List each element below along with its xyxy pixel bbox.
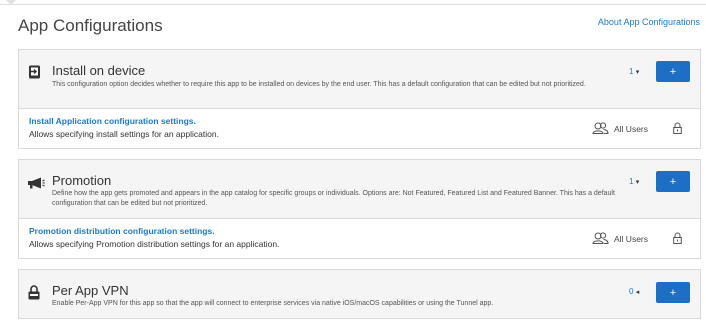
config-count-dropdown[interactable]: 0 ◂: [629, 287, 639, 296]
chevron-down-icon: ▾: [635, 179, 640, 186]
about-app-configurations-link[interactable]: About App Configurations: [598, 17, 700, 27]
config-count-dropdown[interactable]: 1 ▾: [629, 177, 639, 186]
top-divider: [0, 0, 706, 5]
section-description: Define how the app gets promoted and app…: [52, 190, 615, 207]
section-header: Promotion Define how the app gets promot…: [19, 160, 700, 219]
section-title: Per App VPN: [52, 283, 129, 298]
add-configuration-button[interactable]: +: [656, 61, 690, 82]
configuration-link[interactable]: Promotion distribution configuration set…: [29, 226, 215, 236]
lock-icon: [673, 232, 682, 244]
users-icon: [592, 122, 609, 134]
section-title: Install on device: [52, 63, 146, 78]
chevron-down-icon: ▾: [635, 69, 640, 76]
section-header: Install on device This configuration opt…: [19, 50, 700, 109]
chevron-left-icon: ◂: [635, 289, 640, 296]
vpn-lock-icon: [27, 284, 41, 299]
lock-icon: [673, 122, 682, 134]
add-configuration-button[interactable]: +: [656, 171, 690, 192]
add-configuration-button[interactable]: +: [656, 282, 690, 303]
section-per-app-vpn: Per App VPN Enable Per-App VPN for this …: [18, 269, 701, 319]
caret-icon: [6, 0, 16, 5]
section-promotion: Promotion Define how the app gets promot…: [18, 159, 701, 259]
section-description: This configuration option decides whethe…: [52, 81, 586, 88]
count-value: 0: [629, 287, 634, 296]
users-icon: [592, 232, 609, 244]
configuration-link[interactable]: Install Application configuration settin…: [29, 116, 196, 126]
section-header: Per App VPN Enable Per-App VPN for this …: [19, 270, 700, 318]
section-title: Promotion: [52, 173, 112, 188]
config-count-dropdown[interactable]: 1 ▾: [629, 67, 639, 76]
section-description: Enable Per-App VPN for this app so that …: [52, 300, 494, 307]
count-value: 1: [629, 177, 634, 186]
assigned-users: All Users: [614, 234, 649, 244]
page-title: App Configurations: [18, 16, 163, 35]
megaphone-icon: [27, 176, 45, 190]
assigned-users: All Users: [614, 124, 649, 134]
install-device-icon: [27, 65, 41, 79]
count-value: 1: [629, 67, 634, 76]
section-install-on-device: Install on device This configuration opt…: [18, 49, 701, 149]
configuration-description: Allows specifying Promotion distribution…: [29, 239, 280, 249]
configuration-row[interactable]: Promotion distribution configuration set…: [19, 219, 700, 257]
configuration-row[interactable]: Install Application configuration settin…: [19, 109, 700, 147]
configuration-description: Allows specifying install settings for a…: [29, 129, 219, 139]
